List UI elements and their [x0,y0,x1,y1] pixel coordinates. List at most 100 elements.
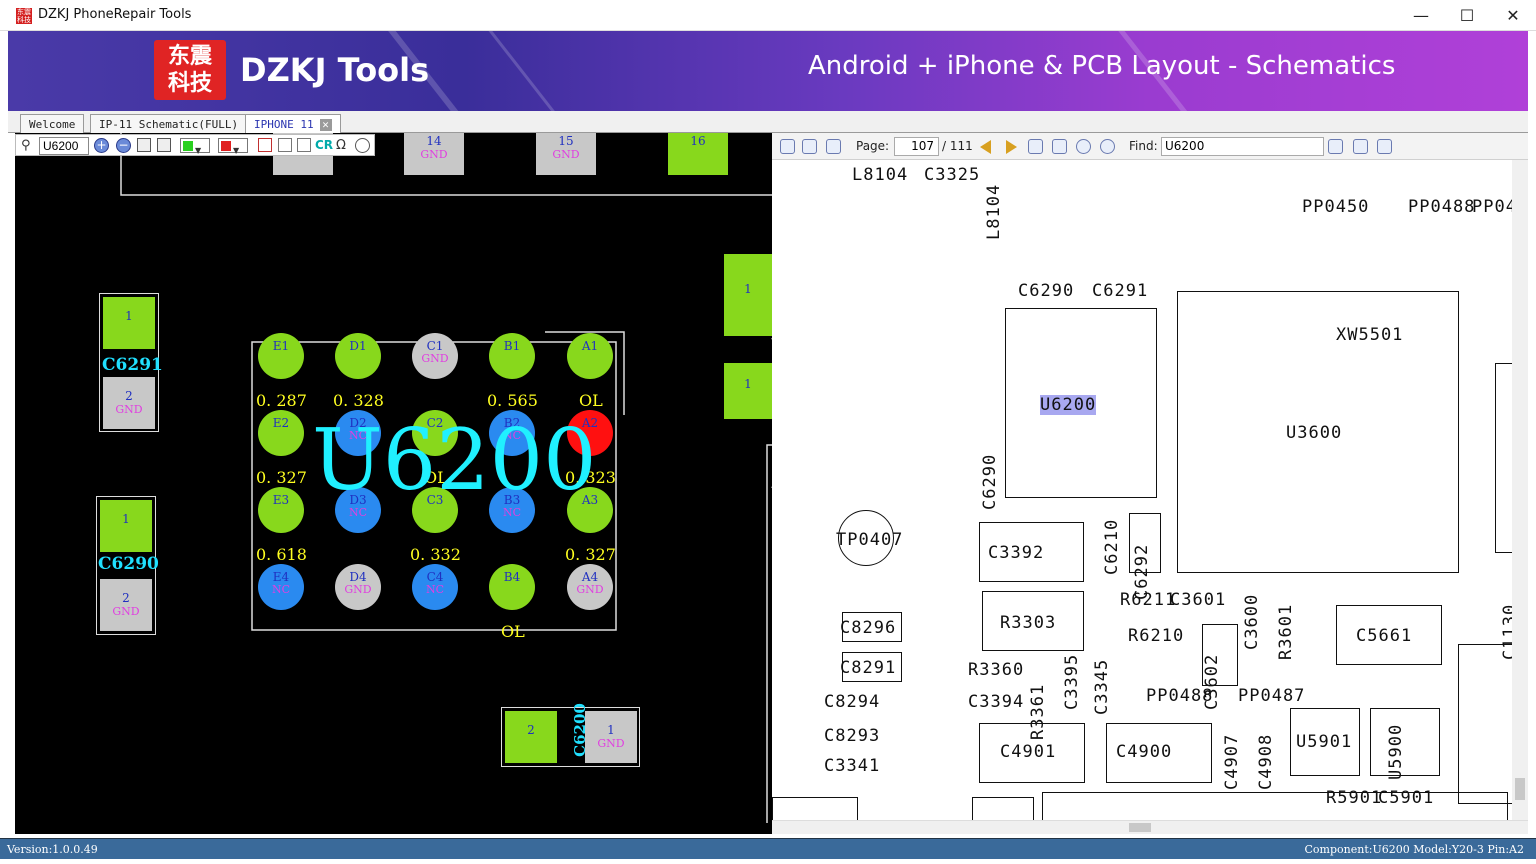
color-picker-red[interactable]: ▼ [218,138,248,155]
tab-schematic[interactable]: IP-11 Schematic(FULL) [90,114,248,133]
pin-e3[interactable]: E3 [258,487,304,533]
schematic-ref-pp0488[interactable]: PP0488 [1408,197,1475,217]
schematic-ref-r3360[interactable]: R3360 [968,660,1024,680]
schematic-ref-c4907[interactable]: C4907 [1222,734,1242,790]
right-pad-1[interactable]: 1 [724,254,772,336]
note-icon[interactable] [297,138,311,152]
schematic-ref-pp0488[interactable]: PP0488 [1146,686,1213,706]
schematic-ref-c8293[interactable]: C8293 [824,726,880,746]
copy-icon[interactable] [802,139,817,154]
schematic-ref-c6290[interactable]: C6290 [980,454,1000,510]
c6200-pad-1[interactable]: 1 GND [585,711,637,763]
schematic-ref-pp0450[interactable]: PP0450 [1302,197,1369,217]
reset-icon[interactable] [355,138,370,153]
close-button[interactable]: ✕ [1490,0,1536,31]
tab-close-icon[interactable]: ✕ [319,119,332,131]
schematic-ref-r6211[interactable]: R6211 [1120,590,1176,610]
ohm-button[interactable]: Ω [336,138,346,154]
find-input[interactable]: U6200 [1161,137,1324,156]
c6290-pad-2[interactable]: 2 GND [100,579,152,631]
pad-16[interactable]: 16 [668,133,728,175]
next-page-icon[interactable] [1006,140,1017,154]
voltage-c2: OL [424,468,448,487]
pin-a4[interactable]: A4 GND [567,564,613,610]
zoom-out-icon[interactable] [1076,139,1091,154]
pin-d2[interactable]: D2 NC [335,410,381,456]
c6291-pad-2[interactable]: 2 GND [103,377,155,429]
schematic-ref-r3601[interactable]: R3601 [1276,604,1296,660]
c6200-pad-2[interactable]: 2 [505,711,557,763]
scroll-thumb[interactable] [1129,823,1151,832]
pcb-board-view[interactable]: 14 GND 15 GND 16 1 C6291 2 GND 1 C6290 2 GND… [15,133,772,834]
schematic-ref-c3345[interactable]: C3345 [1092,659,1112,715]
page-number-input[interactable]: 107 [894,137,939,156]
pin-b1[interactable]: B1 [489,333,535,379]
right-pad-2[interactable]: 1 [724,363,772,419]
schematic-ref-c3395[interactable]: C3395 [1062,654,1082,710]
schematic-ref-c6291[interactable]: C6291 [1092,281,1148,301]
paste-icon[interactable] [826,139,841,154]
pin-d1[interactable]: D1 [335,333,381,379]
schematic-ref-r6210[interactable]: R6210 [1128,626,1184,646]
pin-e4[interactable]: E4 NC [258,564,304,610]
schematic-ref-l8104[interactable]: L8104 [984,184,1004,240]
schematic-ref-c3394[interactable]: C3394 [968,692,1024,712]
pin-e2[interactable]: E2 [258,410,304,456]
pin-a1[interactable]: A1 [567,333,613,379]
previous-page-icon[interactable] [980,140,991,154]
zoom-out-icon[interactable]: − [116,138,131,153]
schematic-ref-c4908[interactable]: C4908 [1256,734,1276,790]
pin-c3[interactable]: C3 [412,487,458,533]
schematic-ref-pp0487[interactable]: PP0487 [1238,686,1305,706]
text-icon[interactable] [278,138,292,152]
horizontal-scrollbar[interactable] [772,820,1528,834]
pin-c1[interactable]: C1 GND [412,333,458,379]
tab-iphone-11[interactable]: IPHONE 11 ✕ [245,114,341,133]
pin-b3[interactable]: B3 NC [489,487,535,533]
copy-icon[interactable] [137,138,151,152]
cr-button[interactable]: CR [315,138,333,154]
c6290-pad-1[interactable]: 1 [100,500,152,552]
pin-d3[interactable]: D3 NC [335,487,381,533]
search-icon: ⚲ [21,138,31,153]
schematic-ref-l8104[interactable]: L8104 [852,165,908,185]
zoom-in-icon[interactable] [1100,139,1115,154]
voltage-e3: 0. 618 [256,545,307,564]
scroll-thumb[interactable] [1515,778,1525,800]
layer-icon[interactable] [258,138,272,152]
schematic-ref-c6290[interactable]: C6290 [1018,281,1074,301]
maximize-button[interactable]: ☐ [1444,0,1490,31]
pin-e1[interactable]: E1 [258,333,304,379]
c6291-pad-1[interactable]: 1 [103,297,155,349]
pad-14[interactable]: 14 GND [404,133,464,175]
fit-page-icon[interactable] [1052,139,1067,154]
find-previous-icon[interactable] [1328,139,1343,154]
schematic-ref-c3601[interactable]: C3601 [1170,590,1226,610]
minimize-button[interactable]: — [1398,0,1444,31]
app-window: 东震科技 DZKJ PhoneRepair Tools — ☐ ✕ 东震 科技 D… [0,0,1536,864]
schematic-ref-c8294[interactable]: C8294 [824,692,880,712]
find-next-icon[interactable] [1353,139,1368,154]
pin-b4[interactable]: B4 [489,564,535,610]
pin-a2[interactable]: A2 [567,410,613,456]
vertical-scrollbar[interactable] [1512,160,1528,820]
board-search-input[interactable] [39,137,89,155]
zoom-in-icon[interactable]: + [94,138,109,153]
fit-width-icon[interactable] [1028,139,1043,154]
tab-welcome[interactable]: Welcome [20,114,85,133]
schematic-ref-c3325[interactable]: C3325 [924,165,980,185]
highlight-icon[interactable] [1377,139,1392,154]
pin-c2[interactable]: C2 [412,410,458,456]
pad-15[interactable]: 15 GND [536,133,596,175]
pin-b2[interactable]: B2 NC [489,410,535,456]
open-icon[interactable] [780,139,795,154]
schematic-ref-c3341[interactable]: C3341 [824,756,880,776]
schematic-ref-c3600[interactable]: C3600 [1242,594,1262,650]
pin-d4[interactable]: D4 GND [335,564,381,610]
paste-icon[interactable] [157,138,171,152]
schematic-ref-c6210[interactable]: C6210 [1102,519,1122,575]
color-picker-green[interactable]: ▼ [180,138,210,155]
pin-a3[interactable]: A3 [567,487,613,533]
pin-c4[interactable]: C4 NC [412,564,458,610]
schematic-view[interactable]: Page: 107 / 111 Find: U6200 L8104 C3325 L8… [772,133,1528,834]
